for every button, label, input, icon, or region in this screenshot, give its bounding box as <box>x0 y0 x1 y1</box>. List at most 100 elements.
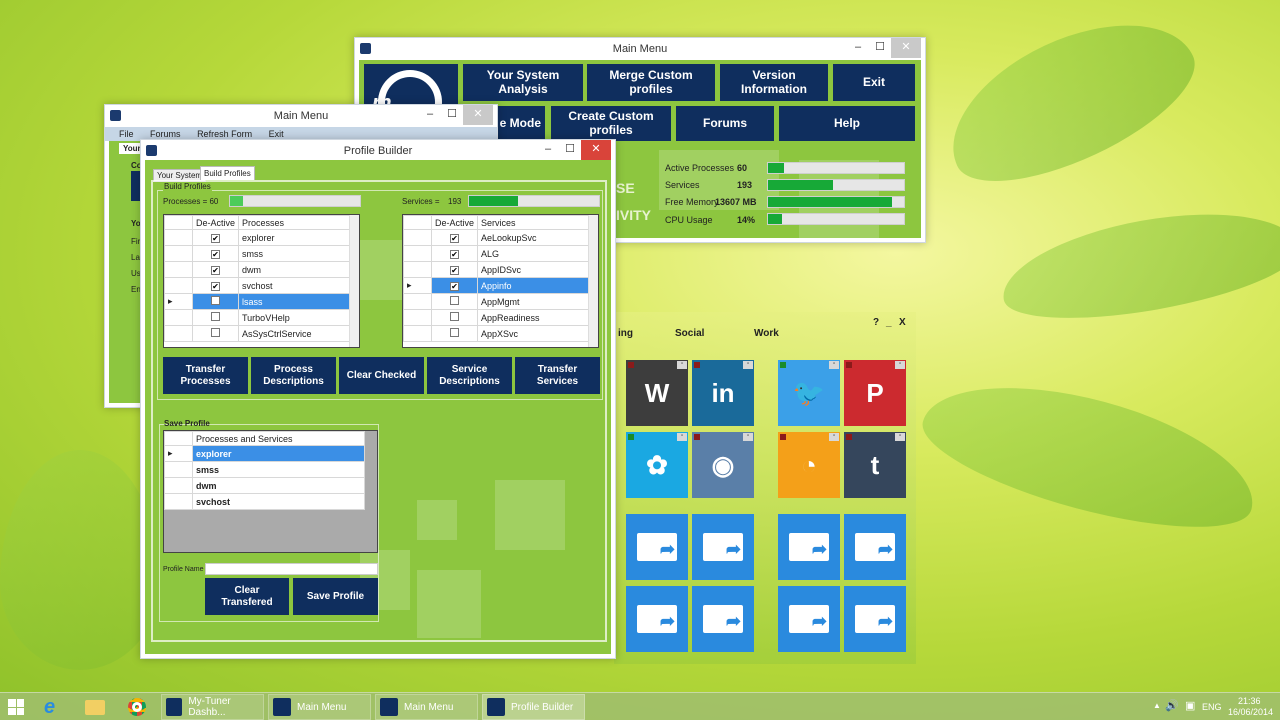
dashboard-tab-social[interactable]: Social <box>675 328 704 339</box>
menu-file[interactable]: File <box>119 129 134 139</box>
tile-pinterest[interactable]: -P <box>844 360 906 426</box>
tile-minimize-button[interactable]: - <box>677 360 687 369</box>
folder-shortcut-tile[interactable]: ➦ <box>844 586 906 652</box>
table-row[interactable]: ✔ ALG <box>403 245 598 262</box>
row-header[interactable] <box>403 229 432 246</box>
clock-date[interactable]: 16/06/2014 <box>1228 707 1273 717</box>
clear-checked-button[interactable]: Clear Checked <box>339 357 424 394</box>
processes-scrollbar[interactable] <box>349 215 359 347</box>
close-button[interactable]: ✕ <box>891 38 921 58</box>
de-active-cell[interactable] <box>191 325 240 342</box>
maximize-button[interactable]: ☐ <box>441 105 463 125</box>
row-header[interactable] <box>164 461 193 478</box>
taskbar-item-dashboard[interactable]: My-Tuner Dashb... <box>161 694 264 720</box>
tile-twitter[interactable]: - 🐦 <box>778 360 840 426</box>
menu-forums[interactable]: Forums <box>150 129 181 139</box>
tile-tumblr[interactable]: -t <box>844 432 906 498</box>
de-active-cell[interactable]: ✔ <box>430 261 479 278</box>
de-active-cell[interactable]: ✔ <box>430 277 479 294</box>
de-active-checkbox[interactable]: ✔ <box>211 249 220 259</box>
de-active-checkbox[interactable]: ✔ <box>450 265 459 275</box>
transfer-processes-button[interactable]: Transfer Processes <box>163 357 248 394</box>
folder-shortcut-tile[interactable]: ➦ <box>844 514 906 580</box>
tile-minimize-button[interactable]: - <box>895 360 905 369</box>
file-explorer-icon[interactable] <box>85 700 105 715</box>
de-active-cell[interactable]: ✔ <box>191 277 240 294</box>
dashboard-tab-partial[interactable]: ing <box>618 328 633 339</box>
folder-shortcut-tile[interactable]: ➦ <box>778 514 840 580</box>
taskbar-item-main-menu-2[interactable]: Main Menu <box>375 694 478 720</box>
column-header-services[interactable]: Services <box>477 215 598 230</box>
help-button[interactable]: Help <box>779 106 915 141</box>
de-active-checkbox[interactable]: ✔ <box>450 249 459 259</box>
table-row[interactable]: AsSysCtrlService <box>164 325 359 342</box>
create-custom-profiles-button[interactable]: Create Custom profiles <box>551 106 671 141</box>
column-header-de-active[interactable]: De-Active <box>191 215 240 230</box>
table-row[interactable]: ▸ explorer <box>164 445 365 462</box>
name-cell[interactable]: Appinfo <box>477 277 598 294</box>
merge-custom-profiles-button[interactable]: Merge Custom profiles <box>587 64 715 101</box>
table-row[interactable]: AppXSvc <box>403 325 598 342</box>
name-cell[interactable]: explorer <box>192 445 365 462</box>
de-active-checkbox[interactable] <box>450 328 459 337</box>
dashboard-tab-work[interactable]: Work <box>754 328 779 339</box>
tile-wordpress[interactable]: -W <box>626 360 688 426</box>
version-information-button[interactable]: Version Information <box>720 64 828 101</box>
de-active-cell[interactable] <box>191 293 240 310</box>
row-header[interactable] <box>164 245 193 262</box>
de-active-cell[interactable] <box>430 293 479 310</box>
mode-button[interactable]: e Mode <box>495 106 545 141</box>
row-header[interactable] <box>403 245 432 262</box>
name-cell[interactable]: AeLookupSvc <box>477 229 598 246</box>
minimize-button[interactable]: – <box>419 105 441 125</box>
tile-instagram[interactable]: - ◉ <box>692 432 754 498</box>
row-header[interactable] <box>164 261 193 278</box>
row-header[interactable] <box>403 293 432 310</box>
name-cell[interactable]: svchost <box>192 493 365 510</box>
minimize-button[interactable]: _ <box>886 317 892 328</box>
folder-shortcut-tile[interactable]: ➦ <box>626 514 688 580</box>
column-header-processes-and-services[interactable]: Processes and Services <box>192 431 365 446</box>
tab-build-profiles[interactable]: Build Profiles <box>200 166 255 180</box>
table-row[interactable]: TurboVHelp <box>164 309 359 326</box>
row-header[interactable] <box>403 309 432 326</box>
column-header-de-active[interactable]: De-Active <box>430 215 479 230</box>
name-cell[interactable]: AppIDSvc <box>477 261 598 278</box>
row-header[interactable] <box>403 325 432 342</box>
row-header[interactable]: ▸ <box>164 293 193 310</box>
name-cell[interactable]: svchost <box>238 277 359 294</box>
clear-transfered-button[interactable]: Clear Transfered <box>205 578 289 615</box>
de-active-cell[interactable]: ✔ <box>191 245 240 262</box>
folder-shortcut-tile[interactable]: ➦ <box>626 586 688 652</box>
de-active-cell[interactable] <box>430 309 479 326</box>
volume-icon[interactable]: 🔊 <box>1165 699 1179 712</box>
de-active-checkbox[interactable]: ✔ <box>211 281 220 291</box>
language-indicator[interactable]: ENG <box>1202 702 1222 712</box>
tile-minimize-button[interactable]: - <box>829 360 839 369</box>
your-system-analysis-button[interactable]: Your System Analysis <box>463 64 583 101</box>
row-header[interactable] <box>164 229 193 246</box>
tile-minimize-button[interactable]: - <box>743 360 753 369</box>
table-row[interactable]: AppMgmt <box>403 293 598 310</box>
table-row[interactable]: AppReadiness <box>403 309 598 326</box>
close-button[interactable]: ✕ <box>463 105 493 125</box>
table-row[interactable]: ▸ ✔ Appinfo <box>403 277 598 294</box>
minimize-button[interactable]: – <box>537 140 559 160</box>
name-cell[interactable]: smss <box>238 245 359 262</box>
folder-shortcut-tile[interactable]: ➦ <box>692 514 754 580</box>
tile-minimize-button[interactable]: - <box>743 432 753 441</box>
transferred-grid[interactable]: Processes and Services ▸ explorer smss dwm s… <box>163 430 378 553</box>
service-descriptions-button[interactable]: Service Descriptions <box>427 357 512 394</box>
name-cell[interactable]: TurboVHelp <box>238 309 359 326</box>
de-active-checkbox[interactable]: ✔ <box>211 233 220 243</box>
de-active-checkbox[interactable] <box>211 328 220 337</box>
chrome-icon[interactable] <box>128 698 146 716</box>
folder-shortcut-tile[interactable]: ➦ <box>778 586 840 652</box>
de-active-cell[interactable]: ✔ <box>191 261 240 278</box>
services-scrollbar[interactable] <box>588 215 598 347</box>
de-active-checkbox[interactable]: ✔ <box>211 265 220 275</box>
tile-rss[interactable]: - ◔ <box>778 432 840 498</box>
column-header-processes[interactable]: Processes <box>238 215 359 230</box>
minimize-button[interactable]: – <box>847 38 869 58</box>
tile-minimize-button[interactable]: - <box>677 432 687 441</box>
